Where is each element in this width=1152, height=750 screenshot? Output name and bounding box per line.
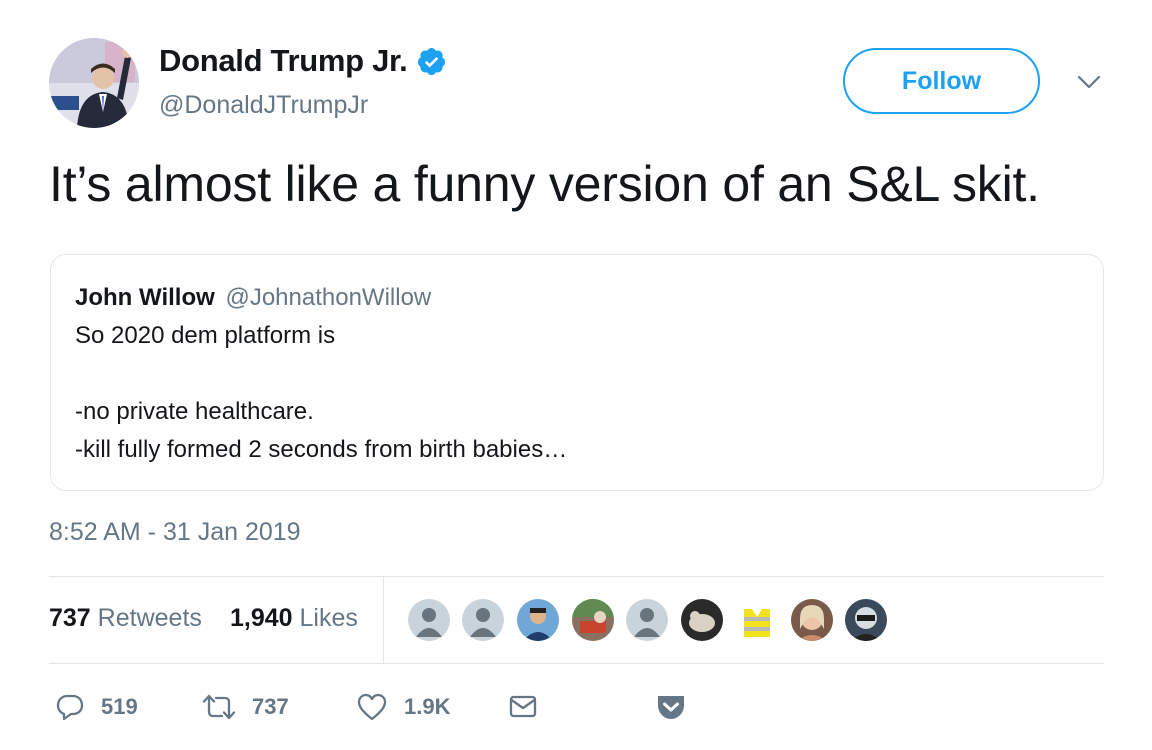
- divider: [49, 663, 1104, 664]
- user-avatar-icon[interactable]: [789, 597, 835, 643]
- tweet-text: It’s almost like a funny version of an S…: [49, 156, 1040, 212]
- pocket-icon: [658, 696, 684, 719]
- reply-icon: [56, 694, 84, 721]
- envelope-icon: [509, 695, 537, 718]
- retweet-button[interactable]: 737: [202, 690, 289, 724]
- quoted-text-line: -kill fully formed 2 seconds from birth …: [75, 436, 568, 463]
- heart-icon: [357, 693, 387, 721]
- default-avatar-icon[interactable]: [624, 597, 670, 643]
- likes-stat[interactable]: 1,940 Likes: [230, 604, 358, 633]
- user-avatar-icon[interactable]: [679, 597, 725, 643]
- tweet-timestamp[interactable]: 8:52 AM - 31 Jan 2019: [49, 518, 301, 547]
- pocket-save-button[interactable]: [655, 690, 687, 724]
- user-avatar-icon[interactable]: [734, 597, 780, 643]
- author-handle[interactable]: @DonaldJTrumpJr: [159, 91, 368, 120]
- reply-button[interactable]: 519: [55, 690, 138, 724]
- verified-badge-icon: [416, 46, 447, 77]
- follow-button[interactable]: Follow: [843, 48, 1040, 114]
- quoted-author-name: John Willow: [75, 284, 215, 311]
- default-avatar-icon[interactable]: [460, 597, 506, 643]
- divider: [49, 576, 1104, 577]
- user-avatar-icon[interactable]: [843, 597, 889, 643]
- quoted-tweet-card[interactable]: John Willow @JohnathonWillow So 2020 dem…: [50, 254, 1104, 491]
- default-avatar-icon[interactable]: [406, 597, 452, 643]
- user-avatar-icon[interactable]: [515, 597, 561, 643]
- retweets-stat[interactable]: 737 Retweets: [49, 604, 202, 633]
- like-count: 1.9K: [404, 694, 451, 719]
- chevron-down-icon[interactable]: [1076, 72, 1102, 92]
- retweets-count: 737: [49, 604, 91, 632]
- author-name[interactable]: Donald Trump Jr.: [159, 43, 408, 79]
- likes-label: Likes: [299, 604, 358, 632]
- quoted-author-handle: @JohnathonWillow: [225, 284, 432, 311]
- quoted-text-line: So 2020 dem platform is: [75, 322, 336, 349]
- likes-count: 1,940: [230, 604, 293, 632]
- retweet-icon: [202, 694, 236, 720]
- direct-message-button[interactable]: [508, 690, 538, 724]
- quoted-text-line: -no private healthcare.: [75, 398, 314, 425]
- divider: [383, 577, 384, 663]
- retweets-label: Retweets: [97, 604, 202, 632]
- reply-count: 519: [101, 694, 138, 719]
- author-avatar[interactable]: [49, 38, 139, 128]
- like-button[interactable]: 1.9K: [356, 690, 450, 724]
- retweet-count: 737: [252, 694, 289, 719]
- user-avatar-icon[interactable]: [570, 597, 616, 643]
